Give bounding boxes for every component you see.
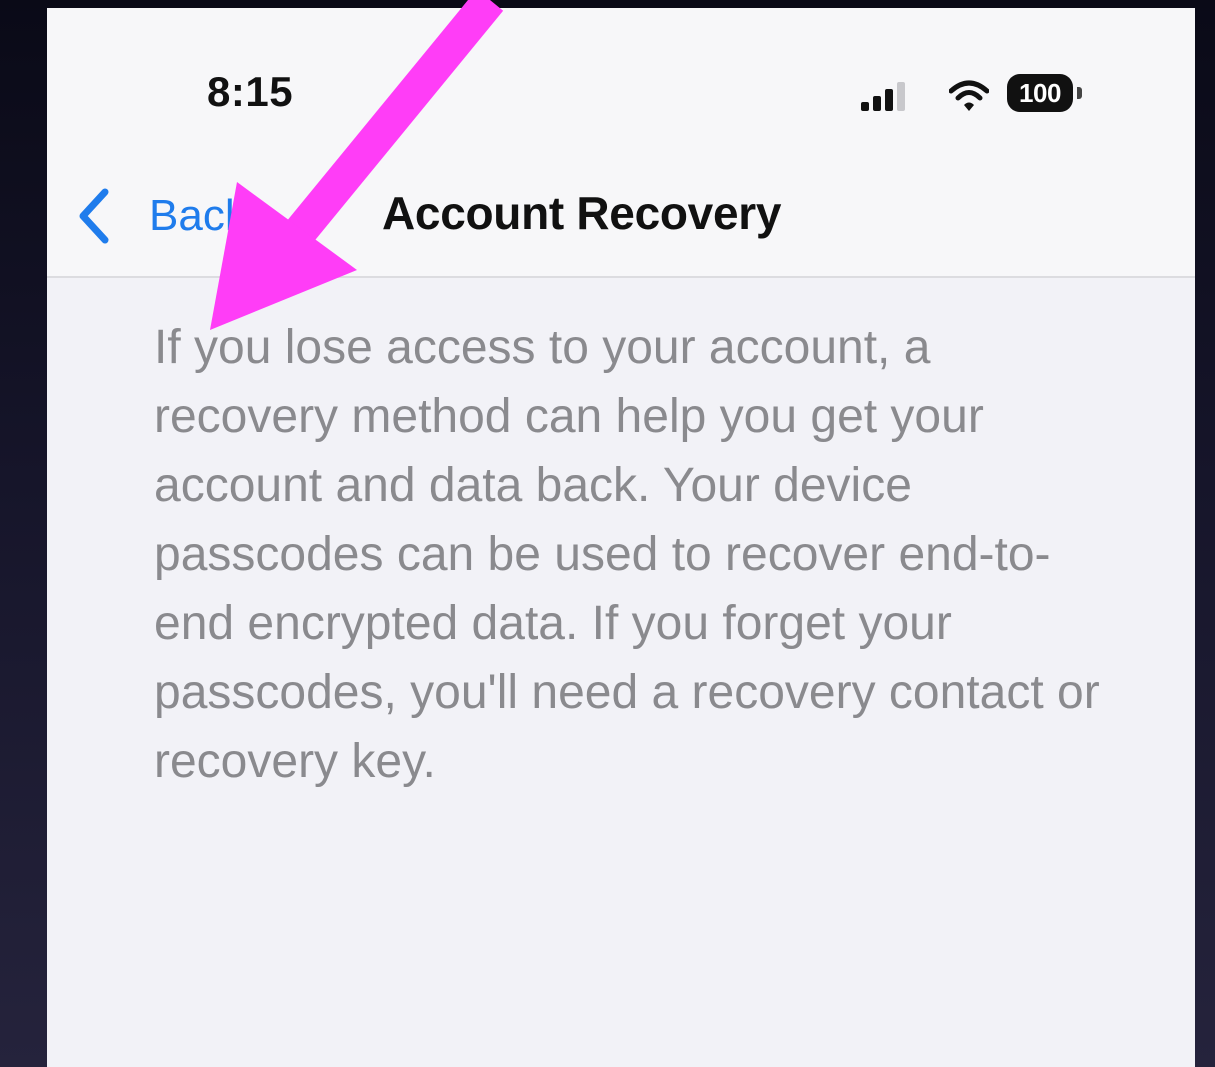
chevron-left-icon: [79, 188, 109, 244]
battery-level: 100: [1019, 77, 1061, 108]
wifi-icon: [949, 80, 989, 111]
battery-icon: 100: [1007, 74, 1073, 112]
back-button[interactable]: Back: [77, 180, 247, 252]
navigation-header: 8:15 100 Back Account Recovery: [47, 8, 1195, 278]
page-title: Account Recovery: [382, 187, 782, 239]
account-recovery-description: If you lose access to your account, a re…: [154, 321, 1100, 788]
battery-tip: [1077, 87, 1082, 99]
phone-screen: 8:15 100 Back Account Recovery If you lo…: [47, 8, 1195, 1067]
signal-icon: [861, 82, 905, 111]
back-label: Back: [149, 191, 247, 240]
status-time: 8:15: [207, 68, 294, 115]
